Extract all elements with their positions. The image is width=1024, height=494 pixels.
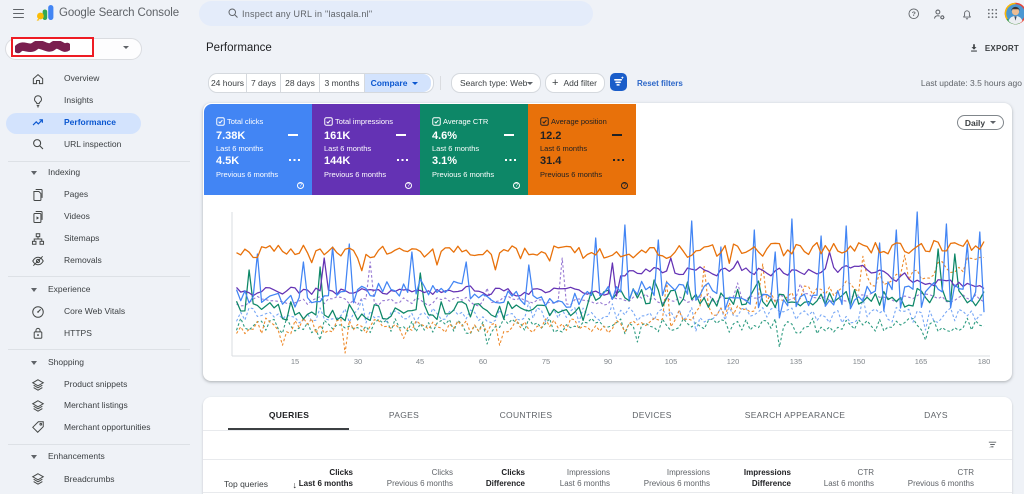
svg-text:90: 90 <box>604 357 612 366</box>
svg-text:150: 150 <box>853 357 866 366</box>
svg-text:15: 15 <box>291 357 299 366</box>
svg-text:180: 180 <box>978 357 991 366</box>
svg-text:120: 120 <box>727 357 740 366</box>
svg-text:105: 105 <box>665 357 678 366</box>
svg-text:60: 60 <box>479 357 487 366</box>
svg-text:165: 165 <box>915 357 928 366</box>
svg-text:?: ? <box>912 11 916 18</box>
svg-text:30: 30 <box>354 357 362 366</box>
svg-text:45: 45 <box>416 357 424 366</box>
svg-text:75: 75 <box>542 357 550 366</box>
svg-text:135: 135 <box>790 357 803 366</box>
